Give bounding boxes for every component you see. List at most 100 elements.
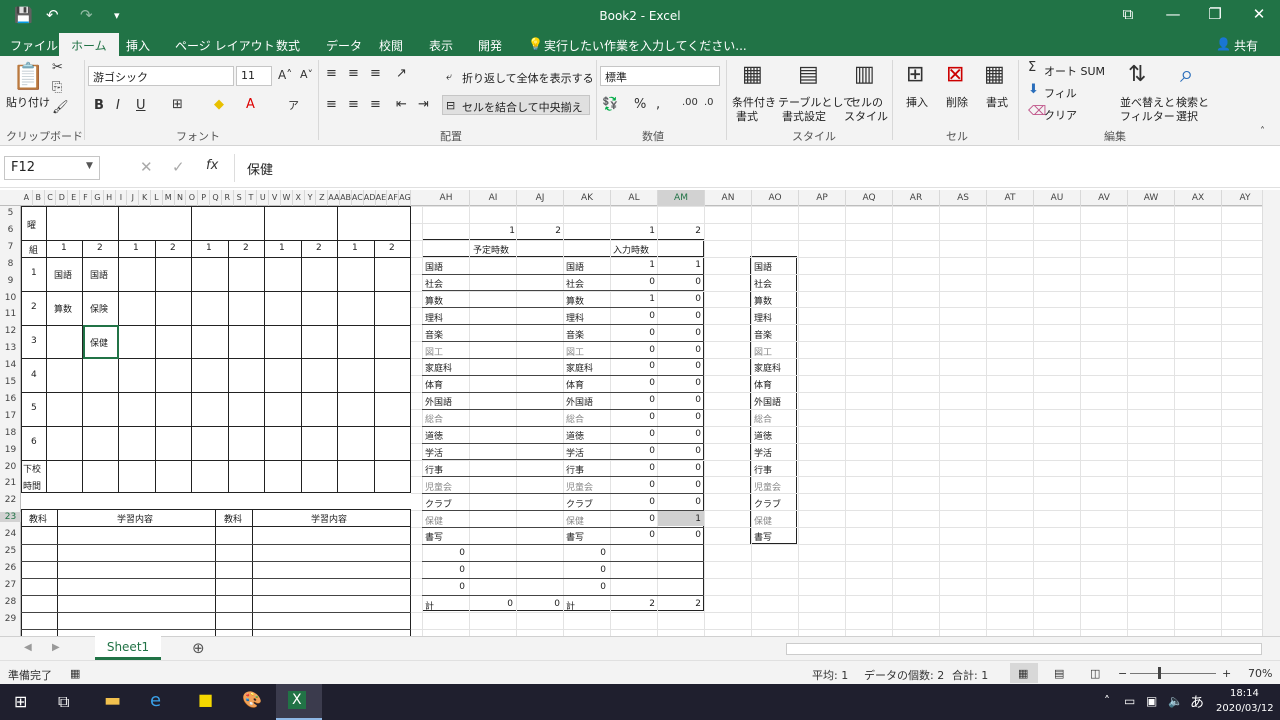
horizontal-scrollbar[interactable]: [786, 643, 1262, 655]
cancel-icon[interactable]: ✕: [140, 158, 153, 176]
column-header[interactable]: AE: [376, 190, 388, 206]
font-color-icon[interactable]: A: [246, 97, 255, 112]
column-header[interactable]: AJ: [517, 190, 564, 206]
row-header[interactable]: 8: [0, 259, 21, 269]
align-center-icon[interactable]: ≡: [348, 97, 359, 112]
insert-cells-icon[interactable]: ⊞: [906, 62, 924, 87]
column-header[interactable]: AW: [1128, 190, 1175, 206]
format-painter-icon[interactable]: 🖌: [52, 100, 69, 115]
page-break-view-icon[interactable]: ◫: [1090, 667, 1100, 680]
enter-icon[interactable]: ✓: [172, 158, 185, 176]
row-header[interactable]: 19: [0, 445, 21, 455]
cell-style-icon[interactable]: ▥: [854, 62, 875, 87]
decrease-indent-icon[interactable]: ⇤: [396, 97, 407, 112]
edge-icon[interactable]: e: [150, 690, 161, 711]
column-header[interactable]: M: [163, 190, 175, 206]
font-size-select[interactable]: 11: [236, 66, 272, 86]
align-top-icon[interactable]: ≡: [326, 66, 337, 81]
column-header[interactable]: AB: [340, 190, 352, 206]
column-header[interactable]: F: [80, 190, 92, 206]
row-header[interactable]: 18: [0, 428, 21, 438]
column-header[interactable]: I: [116, 190, 128, 206]
fill-color-icon[interactable]: ◆: [214, 97, 224, 112]
display-icon[interactable]: ▣: [1146, 694, 1157, 708]
row-header[interactable]: 22: [0, 495, 21, 505]
wrap-text-button[interactable]: 折り返して全体を表示する: [462, 70, 594, 86]
column-header[interactable]: N: [175, 190, 187, 206]
normal-view-icon[interactable]: ▦: [1018, 667, 1028, 680]
column-header[interactable]: AR: [893, 190, 940, 206]
delete-cells-button[interactable]: 削除: [946, 94, 968, 110]
autosum-icon[interactable]: Σ: [1028, 60, 1036, 75]
phonetic-icon[interactable]: ア: [288, 97, 299, 113]
row-header[interactable]: 29: [0, 614, 21, 624]
column-header[interactable]: S: [234, 190, 246, 206]
tab-page-layout[interactable]: ページ レイアウト: [175, 37, 275, 54]
decrease-decimal-icon[interactable]: .0: [704, 97, 714, 108]
minimize-button[interactable]: —: [1158, 5, 1188, 23]
column-header[interactable]: P: [198, 190, 211, 206]
ribbon-display-icon[interactable]: ⧉: [1113, 5, 1143, 23]
zoom-slider-thumb[interactable]: [1158, 667, 1161, 679]
row-header[interactable]: 7: [0, 242, 21, 252]
conditional-format-label-2[interactable]: 書式: [736, 108, 758, 124]
row-header[interactable]: 25: [0, 546, 21, 556]
column-header[interactable]: AU: [1034, 190, 1081, 206]
column-header[interactable]: U: [257, 190, 270, 206]
macro-record-icon[interactable]: ▦: [70, 667, 80, 680]
column-header[interactable]: R: [222, 190, 234, 206]
column-header[interactable]: AF: [387, 190, 400, 206]
zoom-in-icon[interactable]: +: [1222, 667, 1231, 680]
clock-date[interactable]: 2020/03/12: [1216, 703, 1274, 714]
task-view-icon[interactable]: ⧉: [58, 692, 69, 712]
vertical-scrollbar[interactable]: [1262, 190, 1280, 636]
underline-button[interactable]: U: [136, 98, 146, 113]
column-header[interactable]: E: [68, 190, 81, 206]
grow-font-icon[interactable]: A˄: [278, 68, 292, 82]
sort-filter-label-2[interactable]: フィルター: [1120, 108, 1175, 124]
tab-insert[interactable]: 挿入: [126, 37, 150, 54]
row-header[interactable]: 27: [0, 580, 21, 590]
column-header[interactable]: L: [151, 190, 163, 206]
timetable-cell[interactable]: 国語: [54, 268, 72, 281]
row-header[interactable]: 26: [0, 563, 21, 573]
page-layout-view-icon[interactable]: ▤: [1054, 667, 1064, 680]
show-hidden-icons[interactable]: ˄: [1104, 694, 1110, 708]
network-icon[interactable]: ▭: [1124, 694, 1135, 708]
column-header[interactable]: G: [92, 190, 104, 206]
share-button[interactable]: 共有: [1234, 37, 1258, 54]
column-header[interactable]: AA: [328, 190, 341, 206]
increase-indent-icon[interactable]: ⇥: [418, 97, 429, 112]
cell-style-label-2[interactable]: スタイル: [844, 108, 888, 124]
shrink-font-icon[interactable]: A˅: [300, 68, 313, 81]
comma-icon[interactable]: ,: [656, 97, 660, 112]
autosum-button[interactable]: オート SUM: [1044, 63, 1105, 79]
name-box-dropdown-icon[interactable]: ▼: [86, 161, 93, 171]
next-sheet-icon[interactable]: ▶: [52, 642, 60, 653]
row-header[interactable]: 14: [0, 360, 21, 370]
tab-formulas[interactable]: 数式: [276, 37, 300, 54]
row-header[interactable]: 28: [0, 597, 21, 607]
zoom-out-icon[interactable]: −: [1118, 667, 1127, 680]
paste-icon[interactable]: 📋: [12, 62, 44, 92]
paint-icon[interactable]: 🎨: [242, 690, 262, 709]
column-header[interactable]: AL: [611, 190, 658, 206]
insert-cells-button[interactable]: 挿入: [906, 94, 928, 110]
clear-button[interactable]: クリア: [1044, 107, 1077, 123]
column-header[interactable]: AD: [364, 190, 376, 206]
column-header[interactable]: AX: [1175, 190, 1222, 206]
bold-button[interactable]: B: [94, 98, 104, 113]
increase-decimal-icon[interactable]: .00: [682, 97, 698, 108]
column-header[interactable]: AN: [705, 190, 752, 206]
table-format-icon[interactable]: ▤: [798, 62, 819, 87]
column-header[interactable]: H: [104, 190, 116, 206]
tab-review[interactable]: 校閲: [379, 37, 403, 54]
tab-data[interactable]: データ: [326, 37, 362, 54]
column-header[interactable]: A: [21, 190, 33, 206]
column-header[interactable]: AG: [399, 190, 411, 206]
currency-icon[interactable]: 💱: [602, 97, 618, 112]
column-header[interactable]: V: [269, 190, 281, 206]
sheet-tab-sheet1[interactable]: Sheet1: [95, 636, 161, 660]
tab-home[interactable]: ホーム: [59, 33, 119, 56]
orientation-icon[interactable]: ↗: [396, 66, 407, 81]
